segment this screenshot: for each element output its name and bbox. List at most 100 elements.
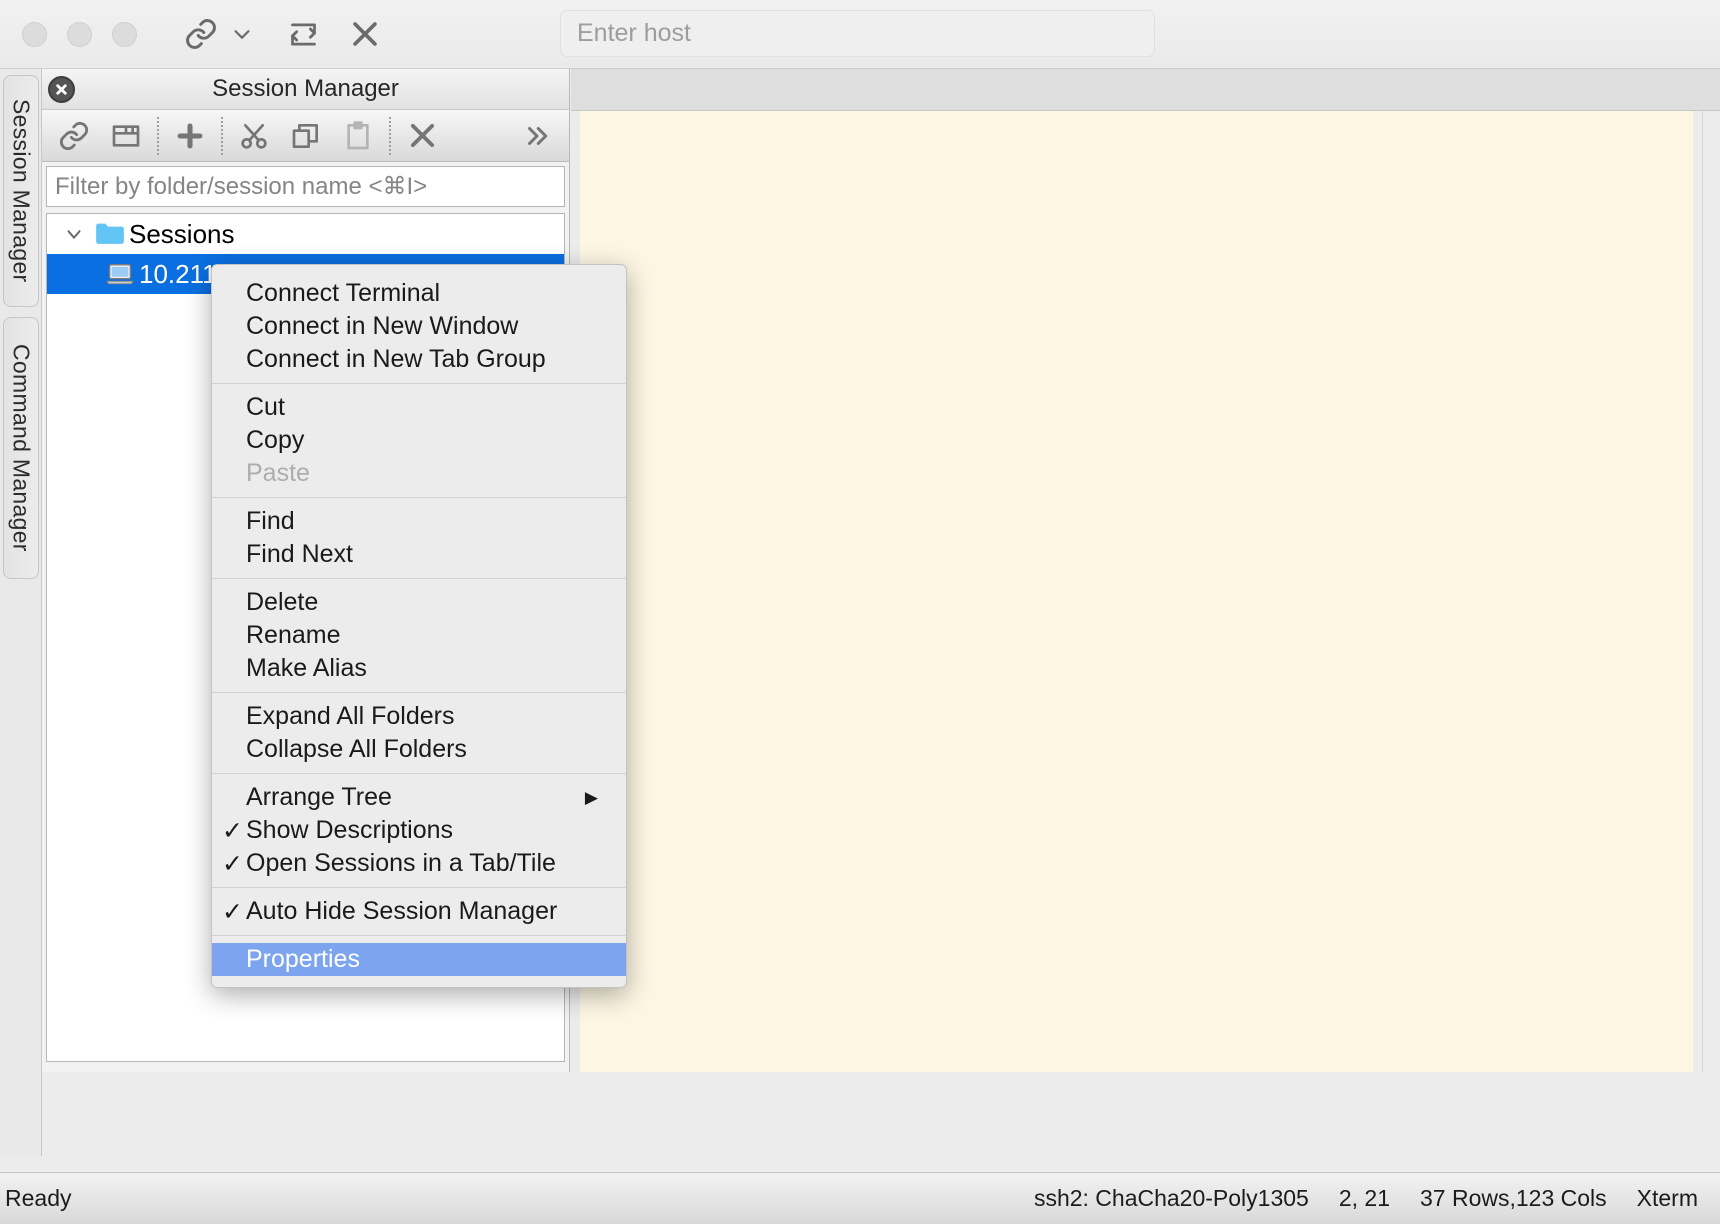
chevron-down-icon[interactable] (57, 223, 91, 245)
filter-input[interactable]: Filter by folder/session name <⌘I> (46, 166, 565, 207)
copy-icon[interactable] (280, 112, 332, 160)
menu-separator (212, 383, 626, 384)
menu-item-label: Find Next (246, 540, 353, 569)
menu-separator (212, 887, 626, 888)
menu-separator (212, 935, 626, 936)
menu-item-properties[interactable]: Properties (212, 943, 626, 976)
sidebar-item-command-manager-label: Command Manager (8, 344, 35, 552)
status-cursor-position: 2, 21 (1339, 1185, 1390, 1212)
menu-item-delete[interactable]: Delete (212, 586, 626, 619)
folder-icon (91, 221, 129, 247)
menu-item-arrange-tree[interactable]: Arrange Tree ▶ (212, 781, 626, 814)
menu-item-label: Delete (246, 588, 318, 617)
sidebar-item-session-manager[interactable]: Session Manager (3, 75, 39, 307)
menu-item-label: Connect in New Tab Group (246, 345, 546, 374)
menu-item-cut[interactable]: Cut (212, 391, 626, 424)
status-right-group: ssh2: ChaCha20-Poly1305 2, 21 37 Rows,12… (1034, 1185, 1698, 1212)
menu-item-auto-hide-session-manager[interactable]: ✓Auto Hide Session Manager (212, 895, 626, 928)
session-manager-header: Session Manager (42, 69, 569, 110)
menu-item-show-descriptions[interactable]: ✓Show Descriptions (212, 814, 626, 847)
menu-item-open-sessions-in-a-tab-tile[interactable]: ✓Open Sessions in a Tab/Tile (212, 847, 626, 880)
main-toolbar (175, 8, 391, 60)
menu-group: Arrange Tree ▶ ✓Show Descriptions✓Open Ses… (212, 776, 626, 885)
window-controls (22, 22, 137, 47)
terminal-scrollbar[interactable] (1702, 111, 1720, 1072)
close-icon[interactable] (48, 76, 75, 103)
menu-separator (212, 692, 626, 693)
menu-item-connect-in-new-tab-group[interactable]: Connect in New Tab Group (212, 343, 626, 376)
menu-item-label: Connect in New Window (246, 312, 518, 341)
menu-item-label: Arrange Tree (246, 783, 392, 812)
close-window-button[interactable] (22, 22, 47, 47)
menu-item-copy[interactable]: Copy (212, 424, 626, 457)
menu-item-expand-all-folders[interactable]: Expand All Folders (212, 700, 626, 733)
menu-item-rename[interactable]: Rename (212, 619, 626, 652)
terminal-area (571, 69, 1720, 1072)
tree-row-sessions-folder[interactable]: Sessions (47, 214, 564, 254)
menu-item-label: Rename (246, 621, 341, 650)
terminal-screen[interactable] (580, 111, 1693, 1072)
menu-item-label: Open Sessions in a Tab/Tile (246, 849, 556, 878)
menu-item-label: Find (246, 507, 295, 536)
menu-separator (212, 773, 626, 774)
session-context-menu[interactable]: Connect Terminal Connect in New Window Con… (211, 264, 627, 988)
menu-item-label: Show Descriptions (246, 816, 453, 845)
menu-item-collapse-all-folders[interactable]: Collapse All Folders (212, 733, 626, 766)
chevron-down-icon[interactable] (227, 8, 257, 60)
host-input[interactable]: Enter host (560, 10, 1155, 57)
vertical-tab-strip: Session Manager Command Manager (0, 69, 42, 1156)
submenu-arrow-icon: ▶ (585, 788, 598, 808)
connect-icon[interactable] (48, 112, 100, 160)
menu-item-label: Properties (246, 945, 360, 974)
session-manager-toolbar (42, 110, 569, 162)
computer-icon (101, 262, 139, 286)
menu-item-label: Paste (246, 459, 310, 488)
new-folder-icon[interactable] (100, 112, 152, 160)
menu-item-make-alias[interactable]: Make Alias (212, 652, 626, 685)
sidebar-item-session-manager-label: Session Manager (8, 99, 35, 283)
check-icon: ✓ (222, 849, 246, 879)
menu-item-label: Expand All Folders (246, 702, 454, 731)
menu-separator (212, 497, 626, 498)
check-icon: ✓ (222, 897, 246, 927)
menu-separator (212, 578, 626, 579)
delete-icon[interactable] (396, 112, 448, 160)
filter-input-placeholder: Filter by folder/session name <⌘I> (55, 172, 427, 201)
menu-group: Find Find Next (212, 500, 626, 576)
session-manager-title: Session Manager (212, 75, 399, 103)
cut-icon[interactable] (228, 112, 280, 160)
status-dimensions: 37 Rows,123 Cols (1420, 1185, 1607, 1212)
menu-item-label: Auto Hide Session Manager (246, 897, 557, 926)
menu-item-connect-in-new-window[interactable]: Connect in New Window (212, 310, 626, 343)
tree-row-label: Sessions (129, 219, 235, 250)
statusbar: Ready ssh2: ChaCha20-Poly1305 2, 21 37 R… (0, 1172, 1720, 1224)
connect-icon[interactable] (175, 8, 227, 60)
menu-item-connect-terminal[interactable]: Connect Terminal (212, 277, 626, 310)
menu-group: Delete RenameMake Alias (212, 581, 626, 690)
toolbar-separator (389, 117, 391, 155)
menu-item-find-next[interactable]: Find Next (212, 538, 626, 571)
host-input-placeholder: Enter host (577, 19, 691, 48)
check-icon: ✓ (222, 816, 246, 846)
minimize-window-button[interactable] (67, 22, 92, 47)
status-ready-label: Ready (5, 1185, 71, 1212)
disconnect-icon[interactable] (339, 8, 391, 60)
menu-group: Expand All Folders Collapse All Folders (212, 695, 626, 771)
menu-item-label: Collapse All Folders (246, 735, 467, 764)
status-cipher: ssh2: ChaCha20-Poly1305 (1034, 1185, 1309, 1212)
menu-item-find[interactable]: Find (212, 505, 626, 538)
menu-item-paste: Paste (212, 457, 626, 490)
toolbar-separator (157, 117, 159, 155)
terminal-tabbar (571, 69, 1720, 111)
paste-icon[interactable] (332, 112, 384, 160)
zoom-window-button[interactable] (112, 22, 137, 47)
menu-group: Connect Terminal Connect in New Window Con… (212, 272, 626, 381)
toolbar-separator (221, 117, 223, 155)
app-window: Enter host Session Manager Command Manag… (0, 0, 1720, 1224)
menu-item-label: Connect Terminal (246, 279, 440, 308)
sidebar-item-command-manager[interactable]: Command Manager (3, 317, 39, 579)
new-session-icon[interactable] (164, 112, 216, 160)
menu-item-label: Cut (246, 393, 285, 422)
overflow-icon[interactable] (511, 112, 563, 160)
reconnect-icon[interactable] (277, 8, 329, 60)
